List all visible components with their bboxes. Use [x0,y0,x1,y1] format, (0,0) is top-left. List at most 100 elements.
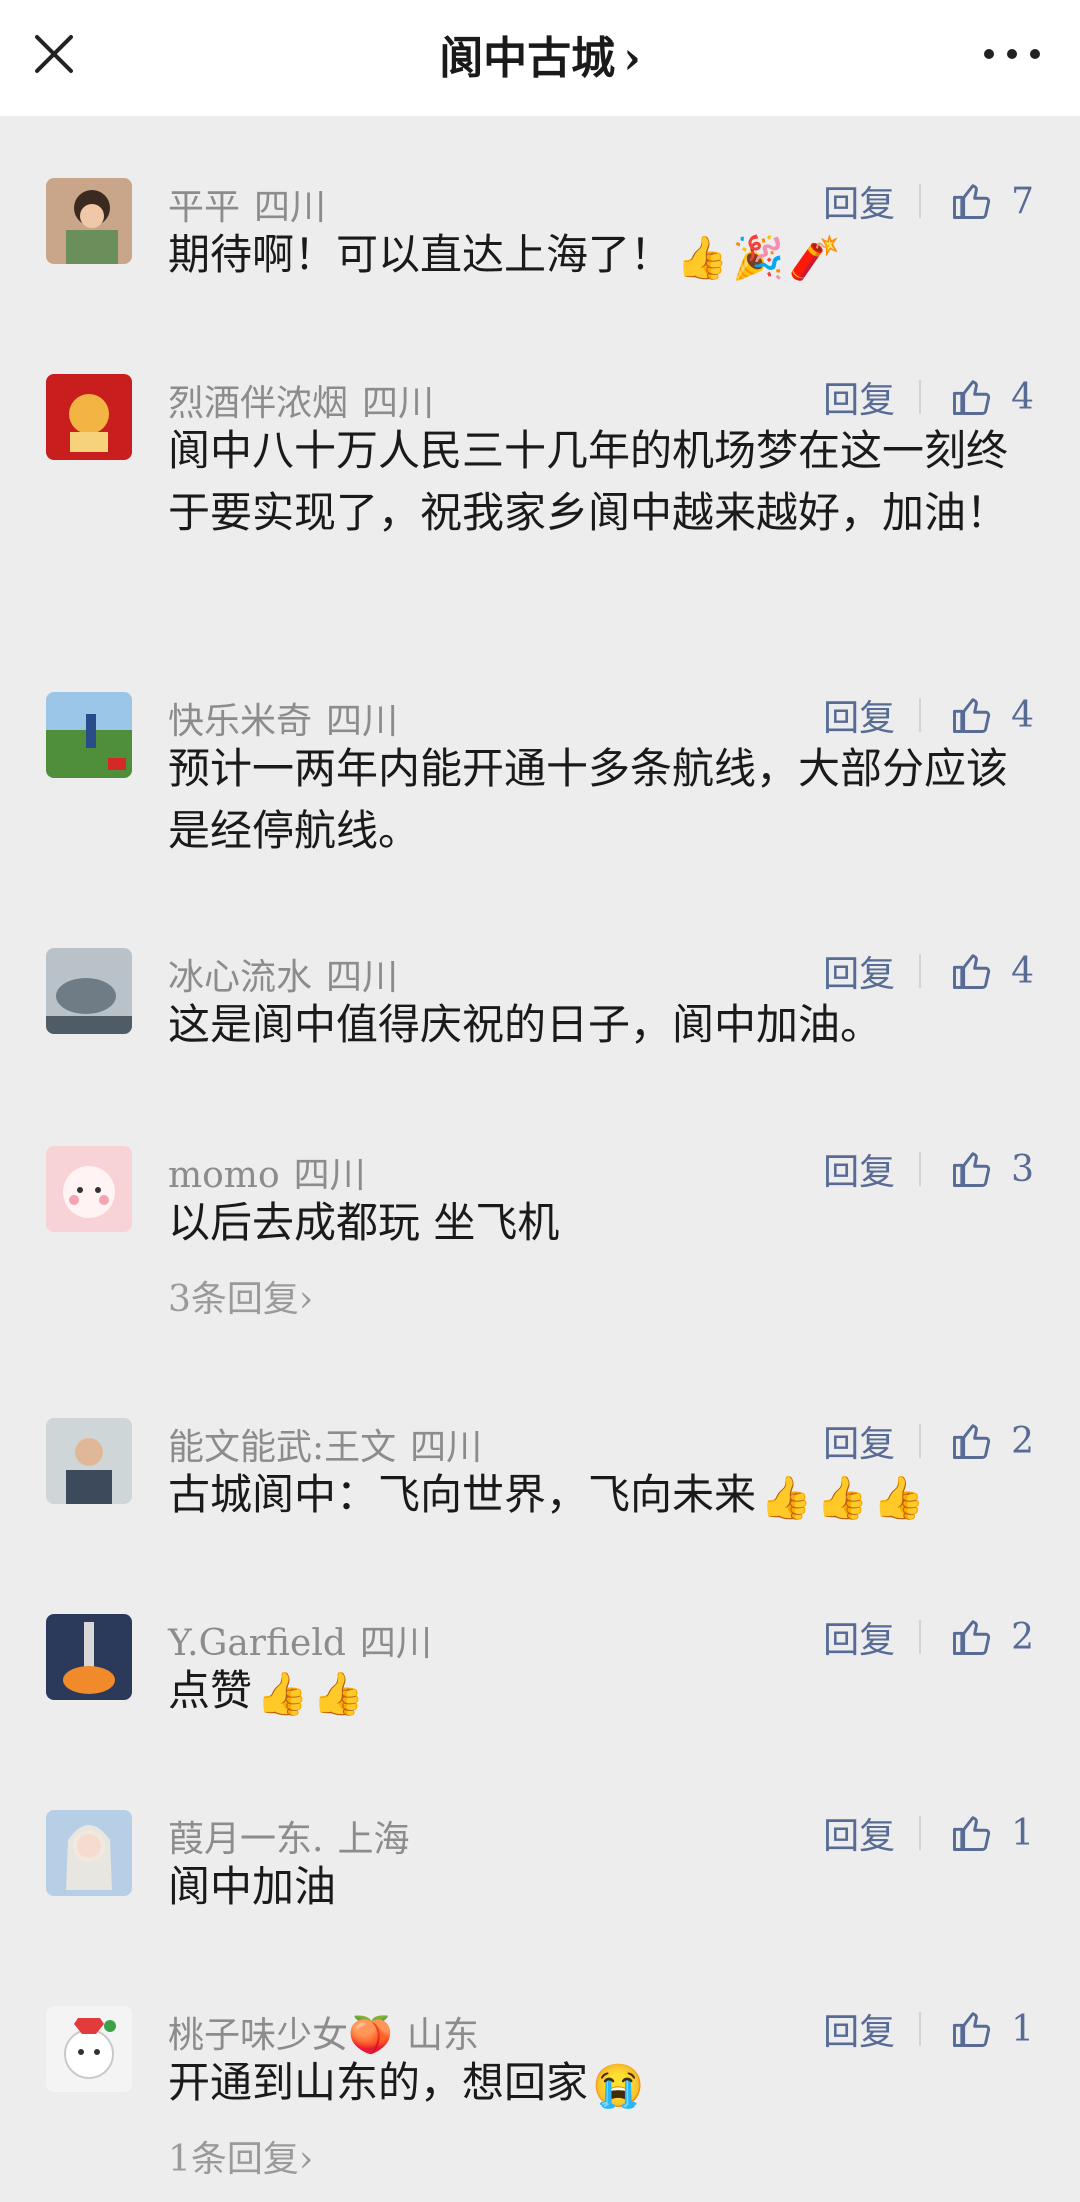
divider [919,1152,922,1186]
more-options-icon[interactable] [984,40,1040,68]
like-button[interactable]: 4 [949,375,1034,419]
thumbs-up-icon [953,698,991,733]
emoji: 👍 [760,1473,813,1522]
comment-actions: 回复 1 [823,1807,1034,1859]
reply-button[interactable]: 回复 [823,2003,895,2055]
emoji: 🧨 [788,233,841,282]
page-title[interactable]: 阆中古城 › [0,22,1080,86]
like-button[interactable]: 1 [949,1811,1034,1855]
emoji: 👍 [872,1473,925,1522]
thumbs-up-icon [953,1620,991,1655]
like-button[interactable]: 2 [949,1615,1034,1659]
comment-meta: 桃子味少女🍑 山东 [168,2006,479,2058]
reply-button[interactable]: 回复 [823,1143,895,1195]
comment-meta: momo 四川 [168,1146,366,1198]
comment-meta: 葭月一东. 上海 [168,1810,409,1862]
comment-text-content: 古城阆中：飞向世界，飞向未来 [168,1470,757,1519]
username[interactable]: 冰心流水 [168,957,312,998]
like-count: 3 [1011,1148,1034,1190]
comment-text-content: 开通到山东的，想回家 [168,2058,589,2107]
comment-meta: 烈酒伴浓烟 四川 [168,374,434,426]
username[interactable]: 桃子味少女🍑 [168,2015,393,2056]
comment-text: 期待啊！可以直达上海了！👍🎉🧨 [168,224,1028,289]
avatar[interactable] [46,692,132,778]
avatar[interactable] [46,2006,132,2092]
username[interactable]: Y.Garfield [168,1623,346,1664]
reply-button[interactable]: 回复 [823,371,895,423]
avatar[interactable] [46,1146,132,1232]
username[interactable]: 平平 [168,187,240,228]
comment-text: 古城阆中：飞向世界，飞向未来👍👍👍 [168,1464,1028,1529]
comment-actions: 回复 4 [823,371,1034,423]
thumbs-up-icon [953,1816,991,1851]
username[interactable]: 能文能武:王文 [168,1427,396,1468]
avatar[interactable] [46,178,132,264]
comment-meta: 冰心流水 四川 [168,948,398,1000]
emoji: 😭 [592,2061,645,2110]
comment-text: 这是阆中值得庆祝的日子，阆中加油。 [168,1000,883,1049]
thumbs-up-icon [953,2012,991,2047]
username[interactable]: 葭月一东. [168,1819,323,1860]
like-count: 4 [1011,694,1034,736]
comment-text: 点赞👍👍 [168,1660,1028,1725]
thumbs-up-icon [953,1424,991,1459]
comment-actions: 回复 7 [823,175,1034,227]
location: 山东 [406,2015,479,2056]
divider [919,1424,922,1458]
divider [919,1816,922,1850]
like-button[interactable]: 4 [949,693,1034,737]
thumbs-up-icon [953,954,991,989]
avatar[interactable] [46,1614,132,1700]
like-count: 2 [1011,1420,1034,1462]
thumbs-up-icon [953,380,991,415]
location: 四川 [410,1427,483,1468]
location: 上海 [337,1819,410,1860]
emoji: 👍 [816,1473,869,1522]
location: 四川 [254,187,327,228]
comment-text-content: 期待啊！可以直达上海了！ [168,230,673,279]
username[interactable]: momo [168,1155,280,1196]
like-count: 4 [1011,376,1034,418]
emoji: 🎉 [732,233,785,282]
username[interactable]: 快乐米奇 [168,701,312,742]
comment-actions: 回复 4 [823,945,1034,997]
comment-actions: 回复 3 [823,1143,1034,1195]
location: 四川 [362,383,435,424]
comment-meta: 快乐米奇 四川 [168,692,398,744]
emoji: 👍 [676,233,729,282]
reply-button[interactable]: 回复 [823,1807,895,1859]
header-bar: 阆中古城 › [0,0,1080,116]
like-count: 1 [1011,2008,1034,2050]
like-count: 4 [1011,950,1034,992]
comment-actions: 回复 4 [823,689,1034,741]
view-replies-link[interactable]: 3条回复› [168,1270,313,1322]
location: 四川 [293,1155,366,1196]
reply-button[interactable]: 回复 [823,945,895,997]
like-count: 1 [1011,1812,1034,1854]
avatar[interactable] [46,1418,132,1504]
avatar[interactable] [46,948,132,1034]
like-button[interactable]: 1 [949,2007,1034,2051]
reply-button[interactable]: 回复 [823,689,895,741]
divider [919,2012,922,2046]
reply-button[interactable]: 回复 [823,175,895,227]
divider [919,380,922,414]
view-replies-link[interactable]: 1条回复› [168,2130,313,2182]
like-button[interactable]: 2 [949,1419,1034,1463]
reply-button[interactable]: 回复 [823,1611,895,1663]
comment-meta: 平平 四川 [168,178,326,230]
like-button[interactable]: 3 [949,1147,1034,1191]
divider [919,184,922,218]
username[interactable]: 烈酒伴浓烟 [168,383,348,424]
reply-button[interactable]: 回复 [823,1415,895,1467]
like-button[interactable]: 4 [949,949,1034,993]
like-count: 2 [1011,1616,1034,1658]
avatar[interactable] [46,374,132,460]
comment-text: 阆中八十万人民三十几年的机场梦在这一刻终于要实现了，祝我家乡阆中越来越好，加油！ [168,426,1009,537]
like-button[interactable]: 7 [949,179,1034,223]
comment-actions: 回复 1 [823,2003,1034,2055]
comment-text: 预计一两年内能开通十多条航线，大部分应该是经停航线。 [168,744,1009,855]
avatar[interactable] [46,1810,132,1896]
location: 四川 [359,1623,432,1664]
location: 四川 [326,957,399,998]
